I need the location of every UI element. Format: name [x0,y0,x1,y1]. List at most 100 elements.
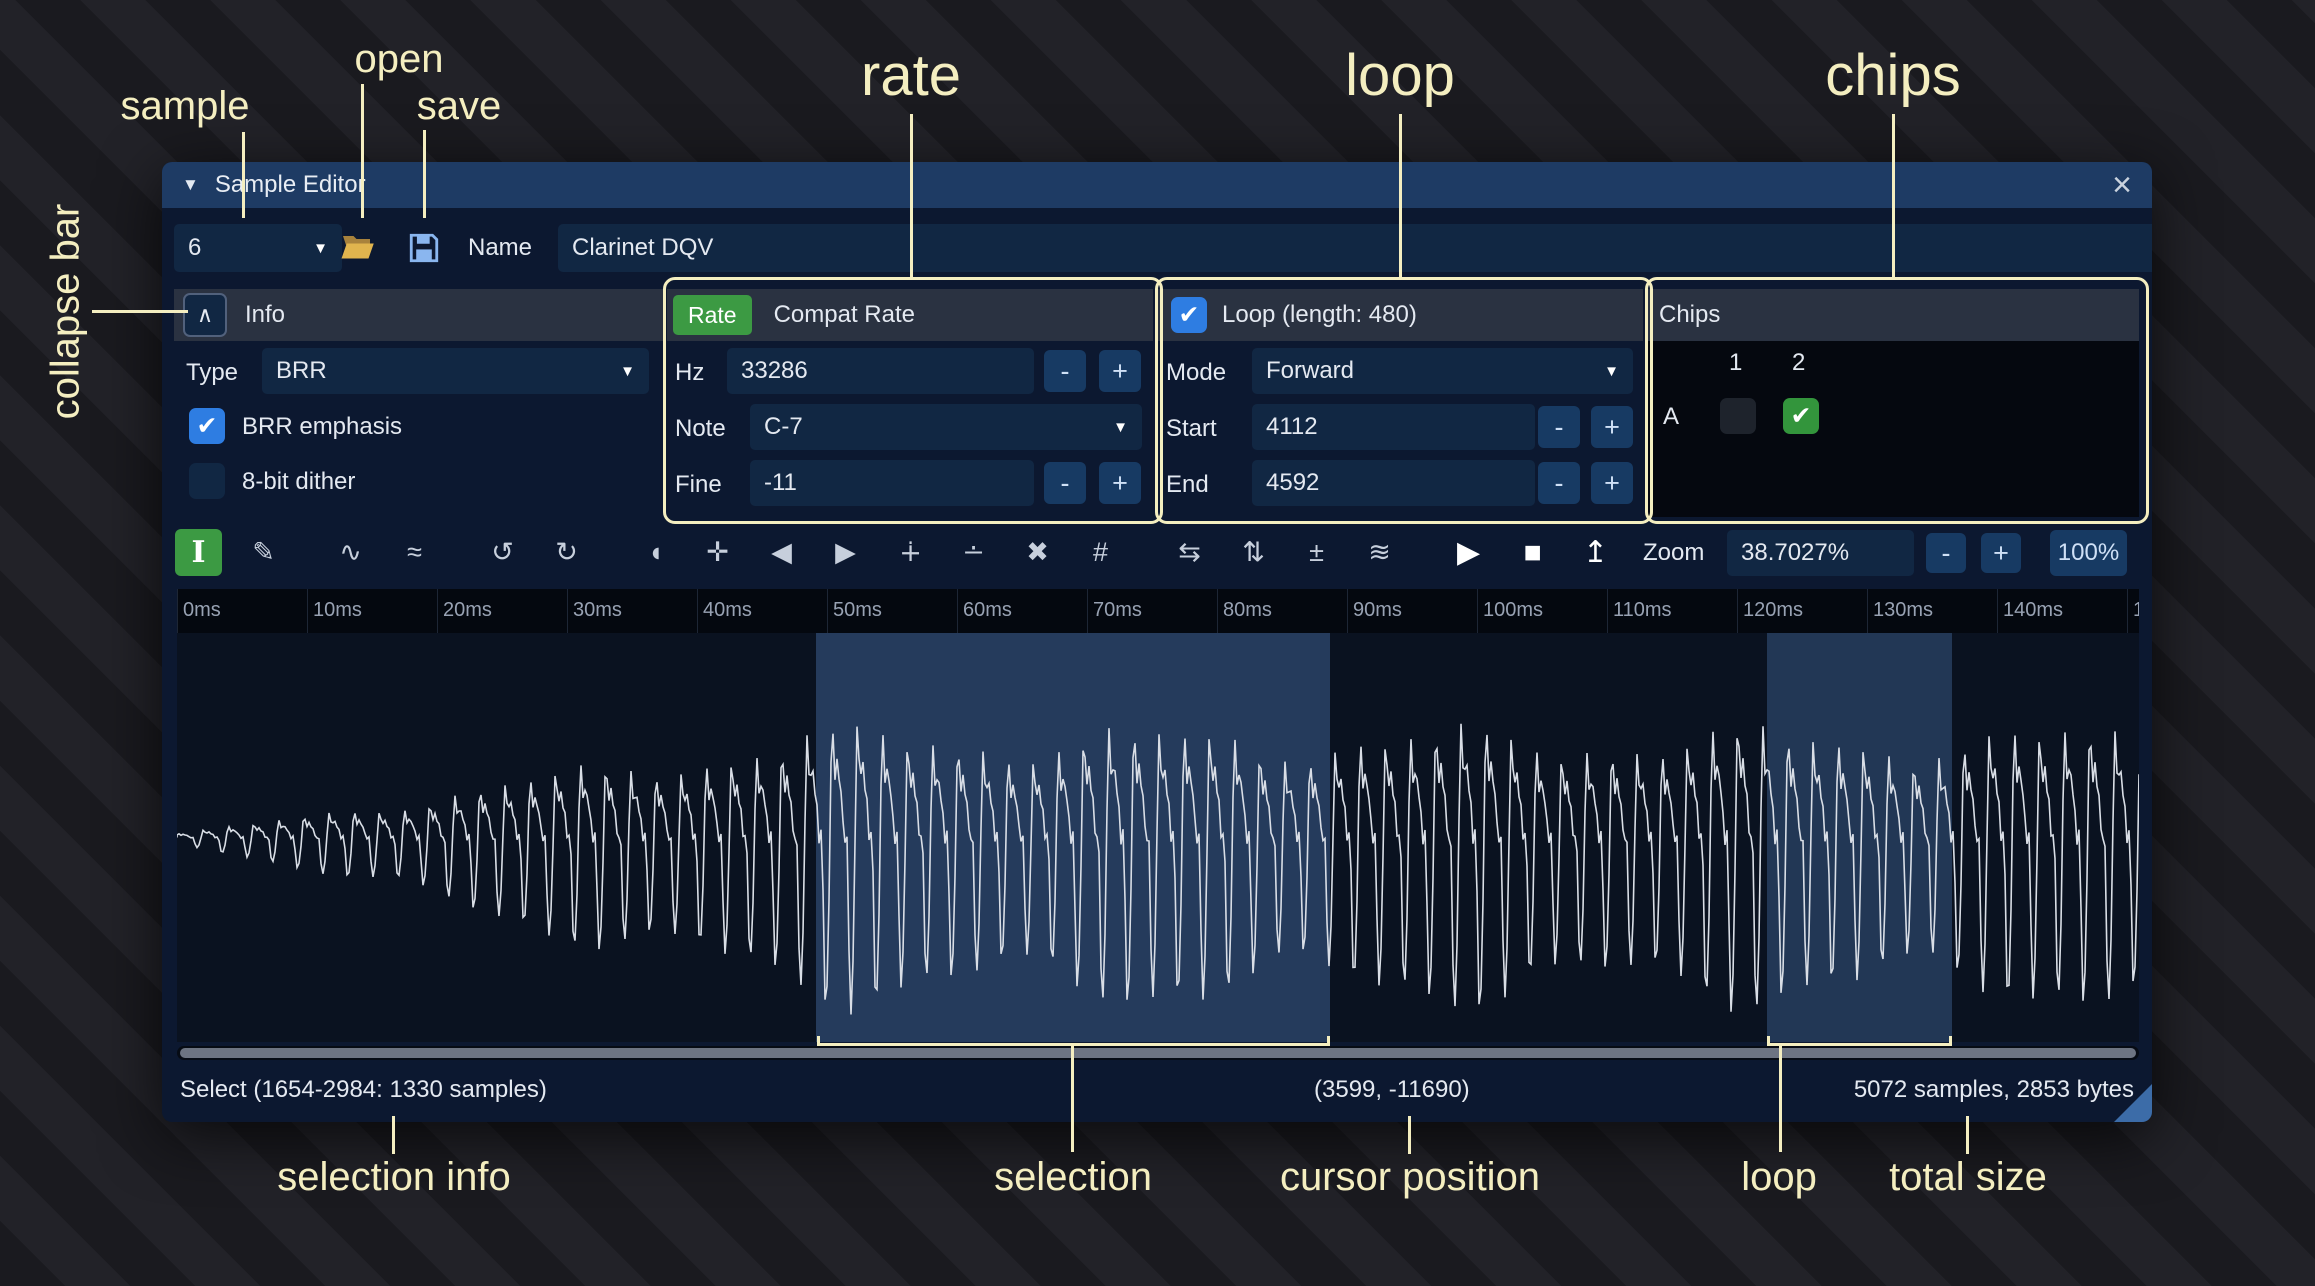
reverse-button[interactable]: ⇆ [1166,529,1213,576]
timeline-ruler: 0ms10ms20ms30ms40ms50ms60ms70ms80ms90ms1… [177,589,2139,633]
ruler-label: 20ms [443,599,492,622]
selection-info-pointer-line [392,1116,395,1154]
total-size-text: 5072 samples, 2853 bytes [1854,1076,2134,1104]
ruler-label: 40ms [703,599,752,622]
ruler-tick [827,589,828,633]
stop-preview-button[interactable]: ■ [1509,529,1556,576]
preview-button[interactable]: ▶ [1445,529,1492,576]
collapse-bar-button[interactable]: ∧ [183,293,227,337]
ruler-tick [1867,589,1868,633]
waveform-scrollbar[interactable] [177,1046,2139,1060]
trim-button[interactable]: # [1077,529,1124,576]
open-folder-icon [340,230,376,266]
sample-pointer-line [242,132,245,218]
brr-emphasis-checkbox[interactable]: ✔ [189,408,225,444]
rate-pointer-line [910,114,913,277]
floppy-disk-icon [407,231,441,265]
filter-button[interactable]: ≋ [1356,529,1403,576]
resize-grip[interactable] [2114,1084,2152,1122]
close-icon[interactable]: × [2112,168,2132,202]
chevron-down-icon: ▼ [620,363,635,380]
normalize-button[interactable]: ✛ [694,529,741,576]
check-icon: ✔ [197,411,218,441]
zoom-input[interactable]: 38.7027% [1727,530,1914,576]
ruler-tick [307,589,308,633]
selection-bracket [817,1036,1330,1046]
apply-silence-button[interactable]: ∸ [950,529,997,576]
page: ▼ Sample Editor × 6 ▼ Name Clarinet DQV [0,0,2315,1286]
scrollbar-thumb[interactable] [180,1048,2136,1058]
ruler-tick [177,589,178,633]
annotation-selection-info: selection info [277,1155,510,1200]
zoom-reset-button[interactable]: 100% [2050,530,2127,576]
ruler-label: 60ms [963,599,1012,622]
ruler-tick [1347,589,1348,633]
redo-button[interactable]: ↻ [543,529,590,576]
loop-marker-pointer-line [1779,1046,1782,1152]
amplify-button[interactable]: ◖ [632,529,679,576]
upload-button[interactable]: ↥ [1572,529,1619,576]
save-button[interactable] [400,224,448,272]
zoom-plus-button[interactable]: + [1981,533,2021,573]
insert-silence-button[interactable]: ∔ [887,529,934,576]
ruler-label: 80ms [1223,599,1272,622]
annotation-loop: loop [1345,42,1455,109]
window-title: Sample Editor [215,171,366,199]
annotation-cursor-position: cursor position [1280,1155,1540,1200]
ruler-label: 100ms [1483,599,1543,622]
ruler-tick [437,589,438,633]
ruler-tick [1607,589,1608,633]
ruler-tick [697,589,698,633]
loop-pointer-line [1399,114,1402,277]
ruler-tick [1217,589,1218,633]
total-size-pointer-line [1966,1116,1969,1154]
delete-button[interactable]: ✖ [1014,529,1061,576]
annotation-total-size: total size [1889,1155,2047,1200]
chips-pointer-line [1892,114,1895,277]
info-section: ∧ Info Type BRR ▼ ✔ BRR emphasis 8-bit d… [174,283,663,517]
ruler-tick [567,589,568,633]
ruler-label: 0ms [183,599,221,622]
info-header-label: Info [245,301,285,329]
ruler-tick [1997,589,1998,633]
annotation-rate: rate [861,42,961,109]
ruler-tick [957,589,958,633]
loop-annotation-box [1155,277,1653,524]
annotation-chips: chips [1825,42,1960,109]
ruler-label: 50ms [833,599,882,622]
dither-checkbox[interactable] [189,463,225,499]
ruler-label: 120ms [1743,599,1803,622]
titlebar: ▼ Sample Editor × [162,162,2152,208]
zoom-minus-button[interactable]: - [1926,533,1966,573]
invert-button[interactable]: ⇅ [1230,529,1277,576]
save-pointer-line [423,130,426,218]
fade-out-button[interactable]: ▶ [822,529,869,576]
annotation-save: save [417,84,502,129]
name-input[interactable]: Clarinet DQV [558,224,2152,272]
type-dropdown[interactable]: BRR ▼ [262,348,649,394]
open-button[interactable] [334,224,382,272]
annotation-collapse-bar: collapse bar [44,187,89,437]
annotation-selection: selection [994,1155,1152,1200]
info-header: ∧ Info [174,289,663,341]
collapse-bar-pointer-line [92,310,188,313]
name-label: Name [468,224,532,272]
ruler-label: 150 [2133,599,2139,622]
waveform [177,633,2139,1042]
sign-button[interactable]: ± [1293,529,1340,576]
annotation-loop-marker: loop [1741,1155,1817,1200]
zoom-label: Zoom [1643,528,1704,578]
sample-selector[interactable]: 6 ▼ [174,224,342,272]
fade-in-button[interactable]: ◀ [758,529,805,576]
brr-emphasis-label: BRR emphasis [242,413,402,441]
waveform-view[interactable] [177,633,2139,1042]
undo-button[interactable]: ↺ [479,529,526,576]
ruler-tick [2127,589,2128,633]
window-collapse-icon[interactable]: ▼ [182,175,199,195]
crossfade-button[interactable]: ≈ [391,529,438,576]
type-label: Type [186,359,238,387]
edit-mode-button[interactable]: I [175,529,222,576]
resample-button[interactable]: ∿ [327,529,374,576]
draw-button[interactable]: ✎ [240,529,287,576]
sample-selector-value: 6 [188,234,201,262]
